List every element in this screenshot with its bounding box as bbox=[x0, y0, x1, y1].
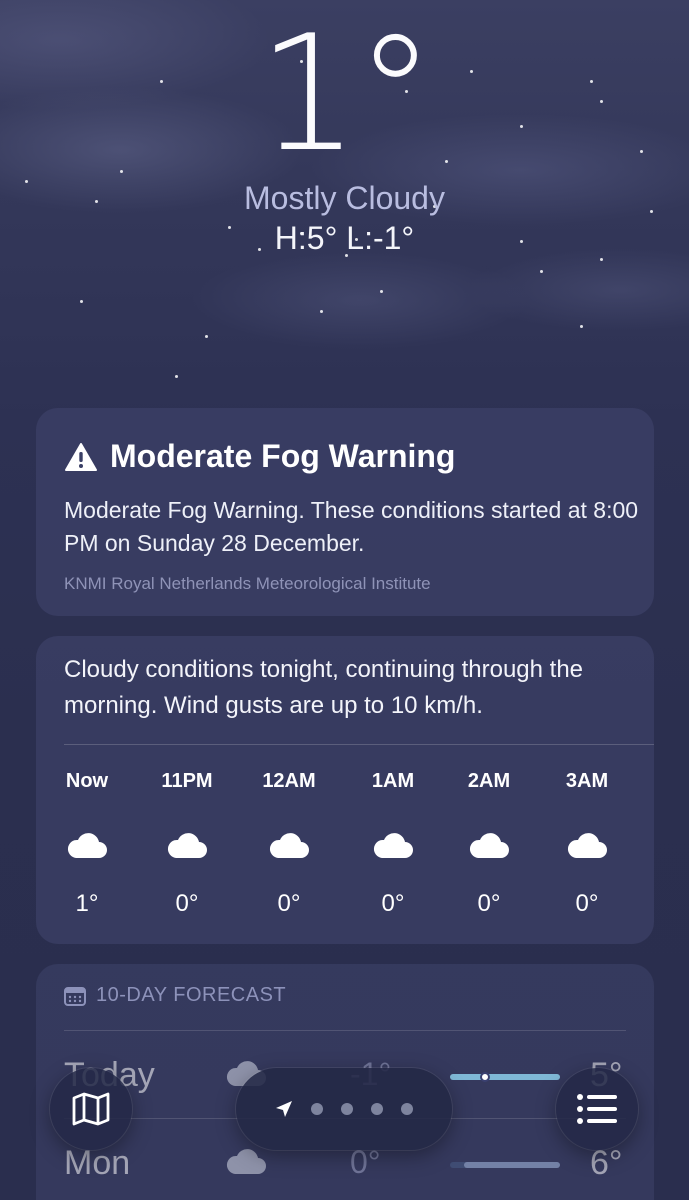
hour-temperature: 0° bbox=[381, 890, 405, 917]
alert-description: Moderate Fog Warning. These conditions s… bbox=[64, 497, 639, 556]
page-dot[interactable] bbox=[341, 1103, 353, 1115]
star bbox=[580, 325, 583, 328]
alert-title-row: Moderate Fog Warning bbox=[64, 438, 455, 475]
hour-label: 2AM bbox=[467, 770, 511, 792]
hour-label: Now bbox=[65, 770, 109, 792]
current-condition: Mostly Cloudy bbox=[244, 180, 445, 216]
star bbox=[380, 290, 383, 293]
star bbox=[320, 310, 323, 313]
cloud-icon bbox=[567, 833, 607, 858]
forecast-day: Mon bbox=[64, 1144, 131, 1182]
temperature-range-fill bbox=[450, 1074, 560, 1080]
star bbox=[175, 375, 178, 378]
divider bbox=[64, 1030, 626, 1031]
forecast-header: 10-DAY FORECAST bbox=[64, 984, 286, 1007]
warning-triangle-icon bbox=[65, 442, 97, 471]
star bbox=[80, 300, 83, 303]
hour-label: 11PM bbox=[161, 770, 213, 792]
hour-item: 12AM 0° bbox=[244, 766, 334, 918]
divider bbox=[64, 744, 654, 745]
high-low-temperature: H:5° L:-1° bbox=[274, 220, 415, 256]
cloud-icon bbox=[167, 833, 207, 858]
hour-temperature: 0° bbox=[277, 890, 301, 917]
locations-list-button[interactable] bbox=[556, 1068, 638, 1150]
hour-temperature: 0° bbox=[175, 890, 199, 917]
star bbox=[540, 270, 543, 273]
location-pager[interactable] bbox=[236, 1068, 452, 1150]
alert-source: KNMI Royal Netherlands Meteorological In… bbox=[64, 574, 431, 593]
hourly-summary: Cloudy conditions tonight, continuing th… bbox=[64, 656, 584, 719]
cloud-icon bbox=[269, 833, 309, 858]
hour-temperature: 0° bbox=[477, 890, 501, 917]
map-icon bbox=[72, 1092, 110, 1126]
forecast-header-label: 10-DAY FORECAST bbox=[96, 984, 287, 1006]
cloud-icon bbox=[469, 833, 509, 858]
star bbox=[600, 258, 603, 261]
hour-item: 3AM 0° bbox=[542, 766, 632, 918]
cloud-icon bbox=[373, 833, 413, 858]
temperature-range-bar bbox=[450, 1072, 560, 1082]
hour-item: 1AM 0° bbox=[348, 766, 438, 918]
current-temperature: 1° bbox=[257, 0, 436, 187]
hour-item: 2AM 0° bbox=[444, 766, 534, 918]
calendar-icon bbox=[64, 986, 86, 1006]
alert-title: Moderate Fog Warning bbox=[110, 438, 456, 474]
page-dot[interactable] bbox=[401, 1103, 413, 1115]
hourly-forecast-card[interactable]: Cloudy conditions tonight, continuing th… bbox=[36, 636, 654, 944]
cloud-icon bbox=[67, 833, 107, 858]
temperature-range-fill bbox=[464, 1162, 560, 1168]
hour-temperature: 1° bbox=[75, 890, 99, 917]
hour-item: 11PM 0° bbox=[142, 766, 232, 918]
hour-label: 12AM bbox=[262, 770, 316, 792]
page-dot[interactable] bbox=[371, 1103, 383, 1115]
star bbox=[205, 335, 208, 338]
map-button[interactable] bbox=[50, 1068, 132, 1150]
current-temperature-dot bbox=[480, 1072, 490, 1082]
page-dot[interactable] bbox=[311, 1103, 323, 1115]
cloud-icon bbox=[226, 1149, 266, 1174]
hour-label: 3AM bbox=[565, 770, 609, 792]
location-arrow-icon[interactable] bbox=[275, 1100, 293, 1118]
hour-temperature: 0° bbox=[575, 890, 599, 917]
hour-label: 1AM bbox=[371, 770, 415, 792]
weather-alert-card[interactable]: Moderate Fog Warning Moderate Fog Warnin… bbox=[36, 408, 654, 616]
temperature-range-bar bbox=[450, 1162, 560, 1168]
list-icon bbox=[577, 1094, 617, 1124]
hour-item: Now 1° bbox=[42, 766, 132, 918]
